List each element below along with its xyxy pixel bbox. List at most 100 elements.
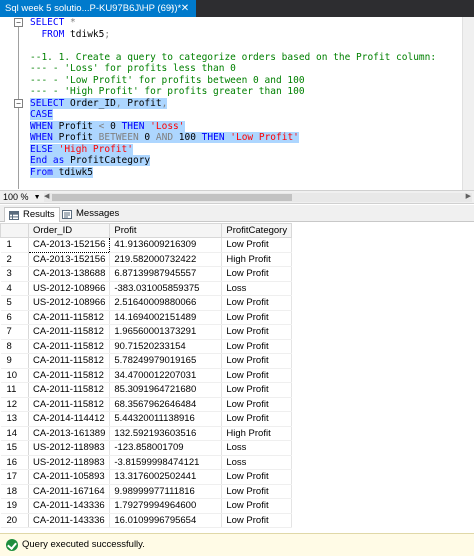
cell-profit[interactable]: 13.3176002502441: [109, 469, 223, 485]
column-header-profit-category[interactable]: ProfitCategory: [221, 223, 293, 238]
cell-order-id[interactable]: CA-2011-105893: [28, 469, 111, 485]
cell-order-id[interactable]: CA-2011-115812: [28, 368, 111, 383]
row-number[interactable]: 1: [0, 237, 29, 253]
code-line[interactable]: From tdiwk5: [30, 166, 436, 179]
cell-profit[interactable]: 9.98999977111816: [109, 484, 223, 499]
cell-profit[interactable]: 2.51640009880066: [109, 295, 223, 311]
table-row[interactable]: 10 CA-2011-115812 34.4700012207031 Low Prof…: [0, 368, 293, 383]
row-number[interactable]: 19: [0, 498, 29, 514]
cell-order-id[interactable]: CA-2013-161389: [28, 426, 111, 441]
query-document-tab[interactable]: Sql week 5 solutio...P-KU97B6J\HP (69))*…: [0, 0, 196, 17]
cell-profit-category[interactable]: Low Profit: [221, 353, 293, 369]
cell-order-id[interactable]: CA-2011-115812: [28, 339, 111, 354]
table-row[interactable]: 11 CA-2011-115812 85.3091964721680 Low Prof…: [0, 382, 293, 398]
table-row[interactable]: 14 CA-2013-161389 132.592193603516 High Pro…: [0, 426, 293, 441]
code-line[interactable]: --- - 'Loss' for profits less than 0: [30, 63, 436, 75]
cell-profit[interactable]: 90.71520233154: [109, 339, 223, 354]
row-number[interactable]: 12: [0, 397, 29, 412]
cell-profit[interactable]: -3.81599998474121: [109, 455, 223, 470]
cell-profit[interactable]: 132.592193603516: [109, 426, 223, 441]
row-number[interactable]: 5: [0, 295, 29, 311]
code-line[interactable]: WHEN Profit < 0 THEN 'Loss': [30, 120, 436, 133]
collapse-toggle-icon[interactable]: −: [14, 99, 23, 108]
row-number[interactable]: 4: [0, 281, 29, 296]
table-row[interactable]: 4 US-2012-108966 -383.031005859375 Loss: [0, 281, 293, 296]
cell-profit[interactable]: 219.582000732422: [109, 252, 223, 267]
table-row[interactable]: 5 US-2012-108966 2.51640009880066 Low Profi…: [0, 295, 293, 311]
table-row[interactable]: 3 CA-2013-138688 6.87139987945557 Low Profi…: [0, 266, 293, 282]
close-icon[interactable]: ✕: [179, 0, 191, 17]
cell-profit-category[interactable]: Low Profit: [221, 484, 293, 499]
code-line[interactable]: --- - 'Low Profit' for profits between 0…: [30, 75, 436, 87]
table-row[interactable]: 7 CA-2011-115812 1.96560001373291 Low Profi…: [0, 324, 293, 340]
row-number[interactable]: 16: [0, 455, 29, 470]
code-line[interactable]: [30, 40, 436, 52]
row-number[interactable]: 13: [0, 411, 29, 427]
scroll-left-icon[interactable]: ◀: [44, 192, 49, 200]
code-lines[interactable]: SELECT * FROM tdiwk5; --1. 1. Create a qu…: [30, 17, 436, 178]
row-number[interactable]: 11: [0, 382, 29, 398]
editor-horizontal-scrollbar[interactable]: ◀ ▶: [44, 193, 472, 202]
row-number[interactable]: 3: [0, 266, 29, 282]
code-line[interactable]: CASE: [30, 109, 436, 121]
table-row[interactable]: 18 CA-2011-167164 9.98999977111816 Low Prof…: [0, 484, 293, 499]
collapse-toggle-icon[interactable]: −: [14, 18, 23, 27]
table-row[interactable]: 19 CA-2011-143336 1.79279994964600 Low Prof…: [0, 498, 293, 514]
scroll-right-icon[interactable]: ▶: [466, 192, 471, 200]
cell-profit[interactable]: 16.0109996795654: [109, 513, 223, 528]
cell-profit[interactable]: 68.3567962646484: [109, 397, 223, 412]
cell-profit-category[interactable]: Low Profit: [221, 411, 293, 427]
code-line[interactable]: --- - 'High Profit' for profits greater …: [30, 86, 436, 98]
pin-icon[interactable]: ⊣: [164, 0, 176, 17]
row-number[interactable]: 10: [0, 368, 29, 383]
row-number[interactable]: 15: [0, 440, 29, 456]
code-line[interactable]: ELSE 'High Profit': [30, 143, 436, 156]
row-number[interactable]: 17: [0, 469, 29, 485]
row-number[interactable]: 6: [0, 310, 29, 325]
code-line[interactable]: SELECT *: [30, 17, 436, 29]
cell-order-id[interactable]: CA-2011-143336: [28, 513, 111, 528]
row-number[interactable]: 14: [0, 426, 29, 441]
cell-profit[interactable]: 5.44320011138916: [109, 411, 223, 427]
cell-order-id[interactable]: US-2012-108966: [28, 281, 111, 296]
code-line[interactable]: FROM tdiwk5;: [30, 29, 436, 41]
cell-profit[interactable]: 1.79279994964600: [109, 498, 223, 514]
table-row[interactable]: 12 CA-2011-115812 68.3567962646484 Low Prof…: [0, 397, 293, 412]
cell-order-id[interactable]: US-2012-118983: [28, 440, 111, 456]
zoom-dropdown[interactable]: 100 % ▼: [3, 192, 41, 203]
table-row[interactable]: 2 CA-2013-152156 219.582000732422 High Prof…: [0, 252, 293, 267]
row-number-header[interactable]: [0, 223, 29, 238]
tab-results[interactable]: Results: [4, 207, 60, 222]
cell-order-id[interactable]: US-2012-108966: [28, 295, 111, 311]
cell-profit-category[interactable]: Loss: [221, 281, 293, 296]
code-line[interactable]: WHEN Profit BETWEEN 0 AND 100 THEN 'Low …: [30, 132, 436, 144]
cell-order-id[interactable]: US-2012-118983: [28, 455, 111, 470]
row-number[interactable]: 9: [0, 353, 29, 369]
row-number[interactable]: 8: [0, 339, 29, 354]
cell-order-id[interactable]: CA-2011-167164: [28, 484, 111, 499]
code-line[interactable]: --1. 1. Create a query to categorize ord…: [30, 52, 436, 64]
table-row[interactable]: 20 CA-2011-143336 16.0109996795654 Low Prof…: [0, 513, 293, 528]
editor-vertical-scrollbar[interactable]: [462, 17, 474, 190]
cell-profit-category[interactable]: Loss: [221, 455, 293, 470]
row-number[interactable]: 2: [0, 252, 29, 267]
table-row[interactable]: 8 CA-2011-115812 90.71520233154 Low Profit: [0, 339, 293, 354]
cell-profit-category[interactable]: Low Profit: [221, 513, 293, 528]
cell-order-id[interactable]: CA-2011-115812: [28, 324, 111, 340]
cell-profit[interactable]: 85.3091964721680: [109, 382, 223, 398]
cell-profit[interactable]: 6.87139987945557: [109, 266, 223, 282]
cell-order-id[interactable]: CA-2013-152156: [28, 252, 111, 267]
cell-profit-category[interactable]: Low Profit: [221, 310, 293, 325]
table-row[interactable]: 13 CA-2014-114412 5.44320011138916 Low Prof…: [0, 411, 293, 427]
scrollbar-thumb[interactable]: [52, 194, 292, 201]
cell-order-id[interactable]: CA-2011-115812: [28, 382, 111, 398]
cell-order-id[interactable]: CA-2013-138688: [28, 266, 111, 282]
table-row[interactable]: 6 CA-2011-115812 14.1694002151489 Low Profi…: [0, 310, 293, 325]
cell-profit-category[interactable]: Low Profit: [221, 266, 293, 282]
cell-order-id[interactable]: CA-2011-115812: [28, 353, 111, 369]
cell-profit-category[interactable]: Low Profit: [221, 295, 293, 311]
code-line[interactable]: SELECT Order_ID, Profit,: [30, 97, 436, 110]
cell-profit-category[interactable]: Low Profit: [221, 339, 293, 354]
row-number[interactable]: 20: [0, 513, 29, 528]
table-row[interactable]: 15 US-2012-118983 -123.858001709 Loss: [0, 440, 293, 456]
